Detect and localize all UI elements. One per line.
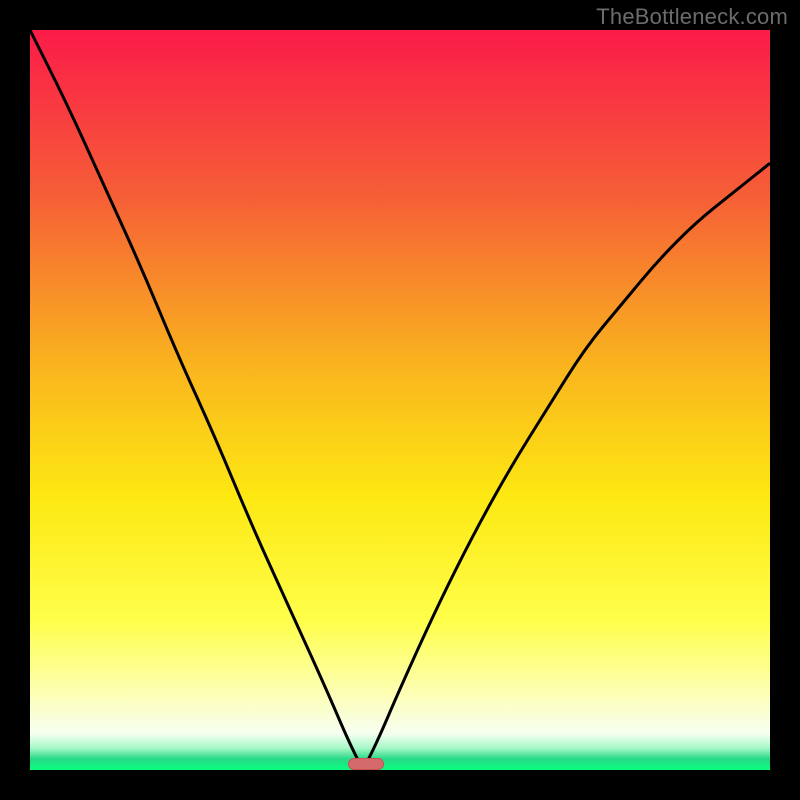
- watermark-text: TheBottleneck.com: [596, 4, 788, 30]
- curve-left: [30, 30, 363, 770]
- chart-frame: TheBottleneck.com: [0, 0, 800, 800]
- bottleneck-curves: [30, 30, 770, 770]
- plot-area: [30, 30, 770, 770]
- curve-right: [363, 163, 770, 770]
- optimum-marker: [348, 758, 384, 770]
